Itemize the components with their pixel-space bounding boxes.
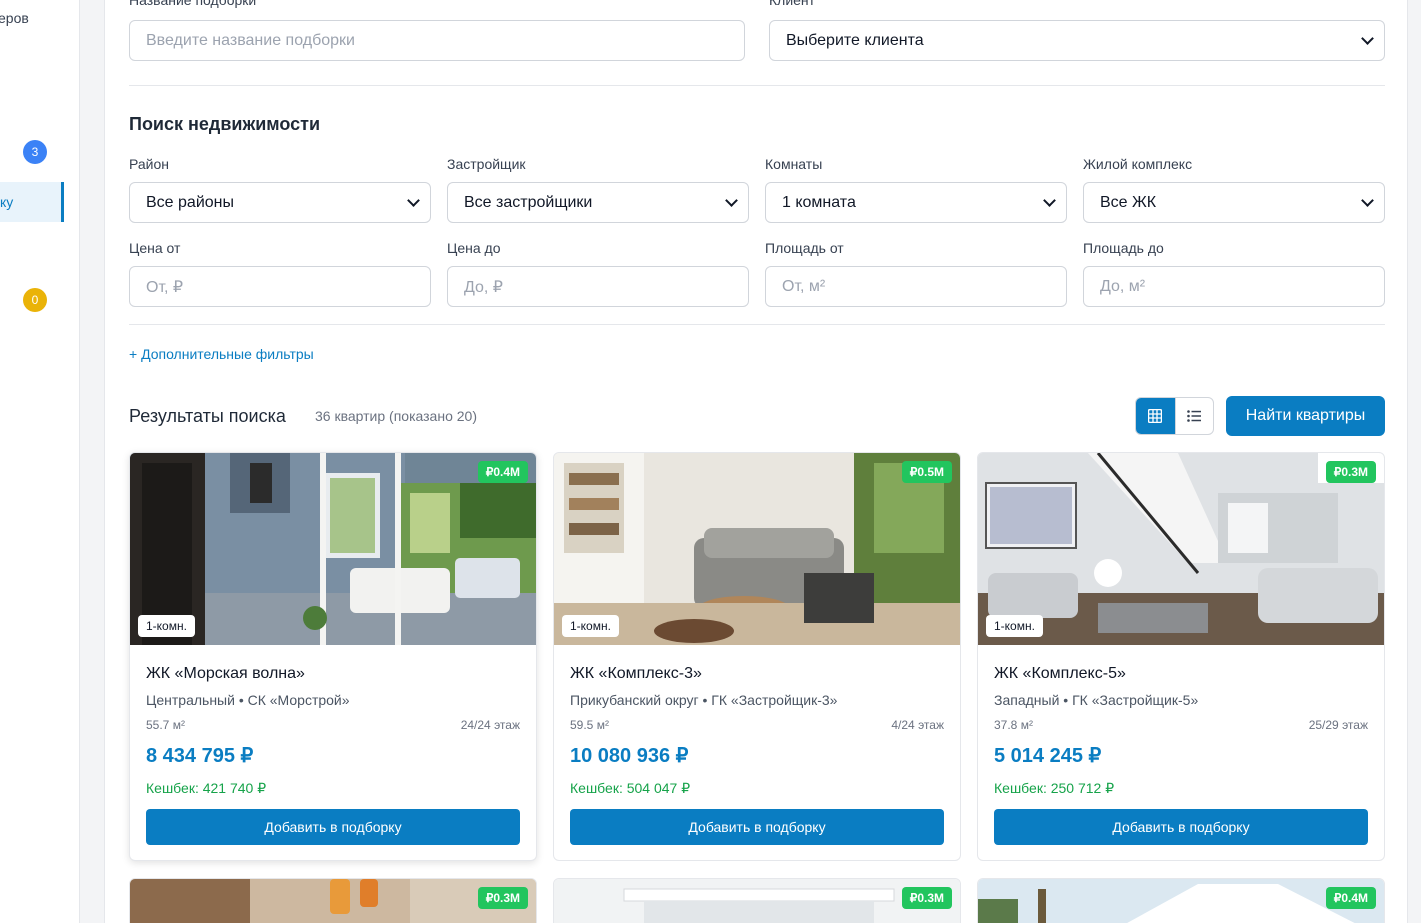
price-from-input[interactable]: От, ₽	[129, 266, 431, 307]
developer-select[interactable]: Все застройщики	[447, 182, 749, 223]
collection-name-label: Название подборки	[129, 0, 257, 8]
apartment-price: 5 014 245 ₽	[994, 745, 1102, 767]
apartment-photo	[978, 879, 1384, 923]
grid-icon	[1148, 409, 1163, 423]
sidebar-item-label: ку	[0, 194, 14, 210]
apartment-card[interactable]: ₽0.3M	[129, 878, 537, 923]
apartment-photo	[130, 879, 536, 923]
sidebar-count-badge: 0	[23, 288, 47, 312]
rooms-badge: 1-комн.	[986, 615, 1043, 637]
cashback-amount: Кешбек: 504 047 ₽	[570, 780, 691, 796]
chevron-down-icon	[407, 193, 420, 207]
apartment-photo: ₽0.5M 1-комн.	[554, 453, 960, 645]
collection-name-input[interactable]: Введите название подборки	[129, 20, 745, 61]
apartment-floor: 24/24 этаж	[460, 718, 520, 732]
divider	[129, 324, 1385, 325]
add-to-collection-button[interactable]: Добавить в подборку	[994, 809, 1368, 845]
list-icon	[1187, 410, 1202, 422]
chevron-down-icon	[1361, 31, 1374, 45]
location-developer: Центральный • СК «Морстрой»	[146, 692, 350, 708]
apartment-area: 55.7 м²	[146, 718, 185, 732]
developer-select-value: Все застройщики	[464, 193, 593, 211]
price-from-label: Цена от	[129, 240, 181, 256]
apartment-photo: ₽0.4M 1-комн.	[130, 453, 536, 645]
cashback-amount: Кешбек: 250 712 ₽	[994, 780, 1115, 796]
apartment-card[interactable]: ₽0.4M	[977, 878, 1385, 923]
district-select[interactable]: Все районы	[129, 182, 431, 223]
grid-view-button[interactable]	[1136, 398, 1175, 434]
price-to-label: Цена до	[447, 240, 501, 256]
complex-name: ЖК «Морская волна»	[146, 665, 305, 682]
chevron-down-icon	[1361, 193, 1374, 207]
main-panel: Название подборки Введите название подбо…	[104, 0, 1408, 923]
apartment-photo: ₽0.3M 1-комн.	[978, 453, 1384, 645]
apartment-card[interactable]: ₽0.3M 1-комн. ЖК «Комплекс-5» Западный •…	[977, 452, 1385, 861]
chevron-down-icon	[1043, 193, 1056, 207]
apartment-area: 59.5 м²	[570, 718, 609, 732]
price-to-input[interactable]: До, ₽	[447, 266, 749, 307]
developer-label: Застройщик	[447, 156, 526, 172]
apartment-price: 8 434 795 ₽	[146, 745, 254, 767]
apartment-photo	[554, 879, 960, 923]
area-to-label: Площадь до	[1083, 240, 1164, 256]
apartment-area: 37.8 м²	[994, 718, 1033, 732]
apartment-card[interactable]: ₽0.5M 1-комн. ЖК «Комплекс-3» Прикубанск…	[553, 452, 961, 861]
cashback-badge: ₽0.5M	[901, 461, 952, 483]
district-select-value: Все районы	[146, 193, 234, 211]
apartment-floor: 25/29 этаж	[1308, 718, 1368, 732]
sidebar-count-badge: 3	[23, 140, 47, 164]
sidebar: еров 3 ку 0	[0, 0, 80, 923]
cashback-badge: ₽0.3M	[1325, 461, 1376, 483]
rooms-badge: 1-комн.	[562, 615, 619, 637]
more-filters-link[interactable]: + Дополнительные фильтры	[129, 346, 314, 362]
divider	[129, 85, 1385, 86]
rooms-badge: 1-комн.	[138, 615, 195, 637]
add-to-collection-button[interactable]: Добавить в подборку	[146, 809, 520, 845]
chevron-down-icon	[725, 193, 738, 207]
add-to-collection-button[interactable]: Добавить в подборку	[570, 809, 944, 845]
district-label: Район	[129, 156, 169, 172]
complex-name: ЖК «Комплекс-5»	[994, 665, 1126, 682]
apartment-card[interactable]: ₽0.3M	[553, 878, 961, 923]
client-label: Клиент	[769, 0, 816, 8]
rooms-label: Комнаты	[765, 156, 823, 172]
complex-select-value: Все ЖК	[1100, 193, 1157, 211]
apartment-floor: 4/24 этаж	[891, 718, 944, 732]
rooms-select-value: 1 комната	[782, 193, 856, 211]
complex-label: Жилой комплекс	[1083, 156, 1193, 172]
find-apartments-button[interactable]: Найти квартиры	[1226, 396, 1385, 436]
location-developer: Западный • ГК «Застройщик-5»	[994, 692, 1199, 708]
cashback-badge: ₽0.4M	[1325, 887, 1376, 909]
area-from-label: Площадь от	[765, 240, 844, 256]
cashback-amount: Кешбек: 421 740 ₽	[146, 780, 267, 796]
location-developer: Прикубанский округ • ГК «Застройщик-3»	[570, 692, 838, 708]
apartment-price: 10 080 936 ₽	[570, 745, 689, 767]
client-select-value: Выберите клиента	[786, 31, 924, 49]
results-title: Результаты поиска	[129, 406, 286, 426]
sidebar-item-label[interactable]: еров	[0, 10, 29, 26]
client-select[interactable]: Выберите клиента	[769, 20, 1385, 61]
cashback-badge: ₽0.3M	[901, 887, 952, 909]
sidebar-item-active[interactable]: ку	[0, 182, 64, 222]
apartment-card[interactable]: ₽0.4M 1-комн. ЖК «Морская волна» Централ…	[129, 452, 537, 861]
cashback-badge: ₽0.4M	[477, 461, 528, 483]
results-count: 36 квартир (показано 20)	[315, 408, 477, 424]
rooms-select[interactable]: 1 комната	[765, 182, 1067, 223]
view-toggle	[1135, 397, 1214, 435]
complex-select[interactable]: Все ЖК	[1083, 182, 1385, 223]
search-section-title: Поиск недвижимости	[129, 114, 321, 134]
cashback-badge: ₽0.3M	[477, 887, 528, 909]
list-view-button[interactable]	[1174, 398, 1214, 434]
area-from-input[interactable]: От, м²	[765, 266, 1067, 307]
complex-name: ЖК «Комплекс-3»	[570, 665, 702, 682]
area-to-input[interactable]: До, м²	[1083, 266, 1385, 307]
